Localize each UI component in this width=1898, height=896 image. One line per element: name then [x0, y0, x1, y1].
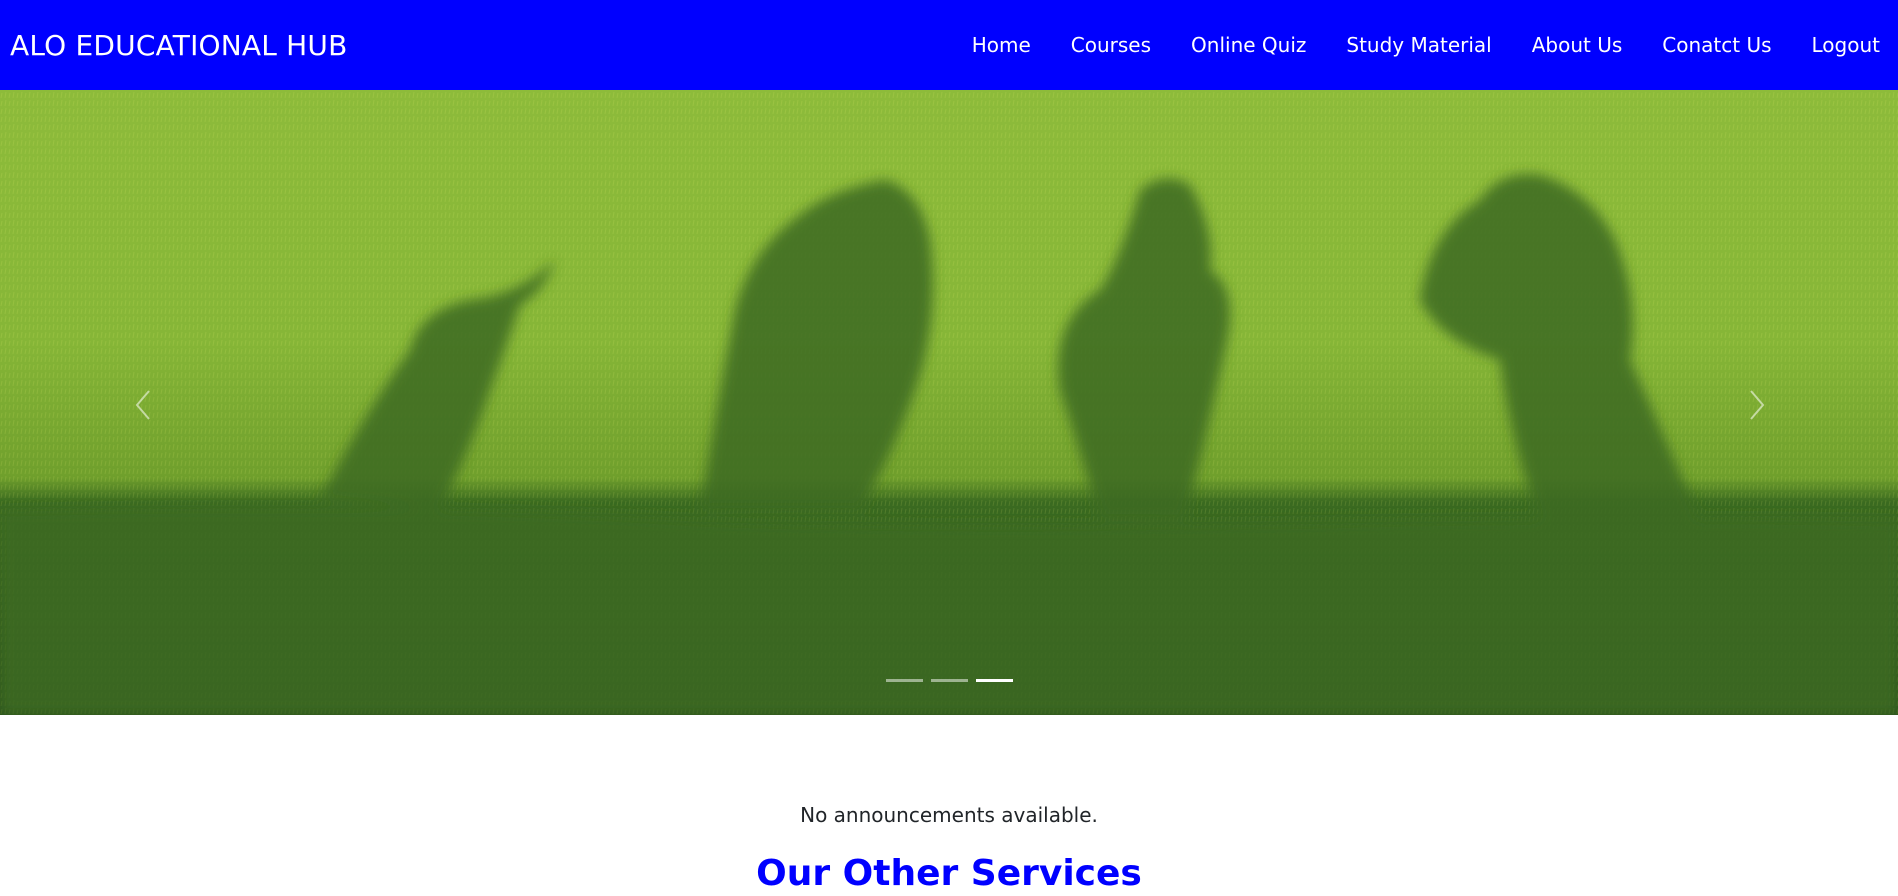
- nav-home[interactable]: Home: [972, 33, 1031, 57]
- carousel-indicator-3[interactable]: [975, 679, 1013, 682]
- hero-carousel: [0, 90, 1898, 715]
- carousel-indicator-1[interactable]: [885, 679, 923, 682]
- brand-logo-text[interactable]: ALO EDUCATIONAL HUB: [0, 29, 348, 62]
- chevron-right-icon: [1750, 390, 1765, 420]
- services-heading: Our Other Services: [756, 853, 1142, 894]
- main-nav: Home Courses Online Quiz Study Material …: [972, 33, 1898, 57]
- nav-logout[interactable]: Logout: [1812, 33, 1880, 57]
- main-content: No announcements available. Our Other Se…: [0, 715, 1898, 896]
- carousel-next-button[interactable]: [1727, 375, 1787, 435]
- nav-about-us[interactable]: About Us: [1532, 33, 1623, 57]
- nav-study-material[interactable]: Study Material: [1346, 33, 1491, 57]
- navbar: ALO EDUCATIONAL HUB Home Courses Online …: [0, 0, 1898, 90]
- carousel-indicators: [0, 679, 1898, 682]
- carousel-prev-button[interactable]: [113, 375, 173, 435]
- nav-online-quiz[interactable]: Online Quiz: [1191, 33, 1306, 57]
- hero-slide-image: [0, 90, 1898, 715]
- nav-contact-us[interactable]: Conatct Us: [1662, 33, 1771, 57]
- carousel-indicator-2[interactable]: [930, 679, 968, 682]
- announcement-text: No announcements available.: [800, 803, 1098, 827]
- nav-courses[interactable]: Courses: [1071, 33, 1151, 57]
- chevron-left-icon: [135, 390, 150, 420]
